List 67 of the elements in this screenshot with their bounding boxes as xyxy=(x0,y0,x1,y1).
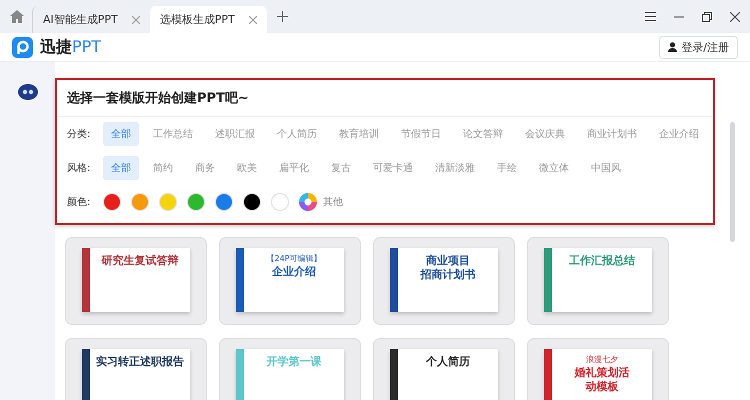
template-card[interactable]: 商业项目 招商计划书 xyxy=(373,237,515,325)
template-card[interactable]: 浪漫七夕 婚礼策划活 动模板 xyxy=(527,338,669,400)
logo-icon xyxy=(12,36,33,58)
filter-label: 分类: xyxy=(67,128,92,141)
browser-tab[interactable]: 选模板生成PPT xyxy=(150,6,267,33)
filter-chip[interactable]: 全部 xyxy=(103,156,139,180)
slide-title: 工作汇报总结 xyxy=(569,254,635,267)
minimize-icon[interactable] xyxy=(674,16,684,18)
filter-chip[interactable]: 可爱卡通 xyxy=(365,156,421,180)
color-swatch[interactable] xyxy=(243,193,261,211)
plus-icon[interactable] xyxy=(276,11,288,22)
filter-chip[interactable]: 全部 xyxy=(103,122,139,146)
filter-chip[interactable]: 个人简历 xyxy=(269,122,325,146)
color-swatch[interactable] xyxy=(103,193,121,211)
color-swatch[interactable] xyxy=(271,193,289,211)
filter-chip[interactable]: 节假节日 xyxy=(393,122,449,146)
filter-chip[interactable]: 中国风 xyxy=(583,156,629,180)
slide-title: 招商计划书 xyxy=(420,268,476,281)
robot-icon xyxy=(18,84,38,100)
color-swatch[interactable] xyxy=(215,193,233,211)
slide-title: 研究生复试答辩 xyxy=(102,254,178,267)
filter-chip[interactable]: 商业计划书 xyxy=(579,122,645,146)
restore-icon[interactable] xyxy=(702,12,712,22)
slide-title: 个人简历 xyxy=(426,355,470,368)
panel-title: 选择一套模版开始创建PPT吧~ xyxy=(57,80,713,117)
filter-chip[interactable]: 教育培训 xyxy=(331,122,387,146)
template-card[interactable]: 开学第一课 xyxy=(219,338,361,400)
color-swatch[interactable] xyxy=(159,193,177,211)
filter-label: 风格: xyxy=(67,162,92,175)
slide-title: 实习转正述职报告 xyxy=(96,355,184,368)
slide-tag: 浪漫七夕 xyxy=(586,355,618,365)
brand-suffix: PPT xyxy=(72,36,102,56)
filter-label: 颜色: xyxy=(67,196,92,209)
filter-chip[interactable]: 企业介绍 xyxy=(651,122,707,146)
slide-title: 商业项目 xyxy=(426,254,470,267)
filter-chip[interactable]: 商务 xyxy=(187,156,223,180)
other-colors-link[interactable]: 其他 xyxy=(323,195,343,209)
slide-title: 开学第一课 xyxy=(266,355,322,368)
filter-chip[interactable]: 扁平化 xyxy=(271,156,317,180)
filter-chip[interactable]: 复古 xyxy=(323,156,359,180)
color-swatch[interactable] xyxy=(187,193,205,211)
close-icon[interactable] xyxy=(730,12,740,22)
user-icon xyxy=(668,42,678,52)
filter-chip[interactable]: 会议庆典 xyxy=(517,122,573,146)
login-button[interactable]: 登录/注册 xyxy=(659,36,738,58)
template-card[interactable]: 【24P可编辑】 企业介绍 xyxy=(219,237,361,325)
filter-chip[interactable]: 微立体 xyxy=(531,156,577,180)
home-icon[interactable] xyxy=(10,10,24,23)
brand-name: 迅捷 xyxy=(40,36,72,56)
color-wheel-icon[interactable] xyxy=(299,193,317,211)
slide-title: 动模板 xyxy=(586,380,618,393)
filter-chip[interactable]: 工作总结 xyxy=(145,122,201,146)
filter-chip[interactable]: 欧美 xyxy=(229,156,265,180)
slide-title: 企业介绍 xyxy=(272,265,316,278)
filter-chip[interactable]: 述职汇报 xyxy=(207,122,263,146)
color-swatch[interactable] xyxy=(131,193,149,211)
slide-title: 婚礼策划活 xyxy=(574,366,630,379)
template-card[interactable]: 实习转正述职报告 xyxy=(65,338,207,400)
template-card[interactable]: 研究生复试答辩 xyxy=(65,237,207,325)
template-card[interactable]: 工作汇报总结 xyxy=(527,237,669,325)
filter-chip[interactable]: 简约 xyxy=(145,156,181,180)
template-card[interactable]: 个人简历 xyxy=(373,338,515,400)
menu-icon[interactable] xyxy=(645,12,656,21)
slide-tag: 【24P可编辑】 xyxy=(266,254,322,264)
filter-chip[interactable]: 清新淡雅 xyxy=(427,156,483,180)
filter-chip[interactable]: 手绘 xyxy=(489,156,525,180)
filter-chip[interactable]: 论文答辩 xyxy=(455,122,511,146)
